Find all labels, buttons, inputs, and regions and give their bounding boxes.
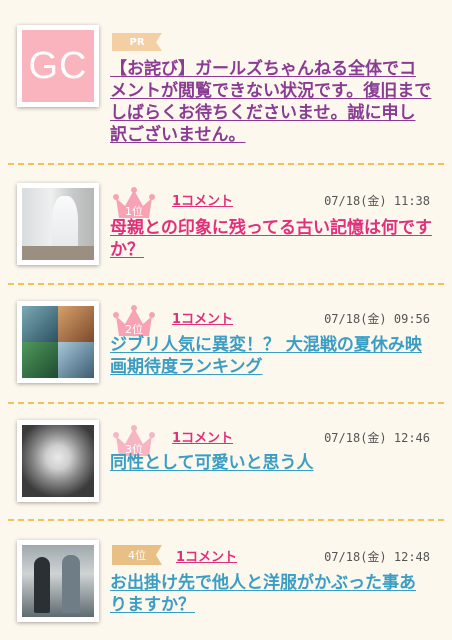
pr-title-link[interactable]: 【お詫び】ガールズちゃんねる全体でコメントが閲覧できない状況です。復旧までしばら… (110, 58, 432, 146)
comment-count-link[interactable]: 1コメント (172, 427, 233, 446)
street-photo-image (22, 545, 94, 617)
gc-logo: GC (22, 30, 94, 102)
post-date: 07/18(金) 11:38 (324, 194, 430, 208)
divider (8, 283, 444, 285)
post-date: 07/18(金) 12:48 (324, 550, 430, 564)
article-title-link[interactable]: お出掛け先で他人と洋服がかぶった事ありますか？ (110, 572, 432, 616)
comment-count-link[interactable]: 1コメント (172, 308, 233, 327)
article-thumbnail[interactable] (17, 301, 99, 383)
article-thumbnail[interactable] (17, 540, 99, 622)
comment-count-link[interactable]: 1コメント (172, 190, 233, 209)
portrait-image (22, 425, 94, 497)
divider (8, 519, 444, 521)
pr-thumbnail[interactable]: GC (17, 25, 99, 107)
movie-collage-image (22, 306, 94, 378)
article-thumbnail[interactable] (17, 183, 99, 265)
divider (8, 402, 444, 404)
nursery-image (22, 188, 94, 260)
divider (8, 163, 444, 165)
post-date: 07/18(金) 09:56 (324, 312, 430, 326)
comment-count-link[interactable]: 1コメント (176, 546, 237, 565)
post-date: 07/18(金) 12:46 (324, 431, 430, 445)
article-title-link[interactable]: ジブリ人気に異変！？ 大混戦の夏休み映画期待度ランキング (110, 334, 432, 378)
article-title-link[interactable]: 同性として可愛いと思う人 (110, 452, 432, 474)
article-title-link[interactable]: 母親との印象に残ってる古い記憶は何ですか？ (110, 217, 432, 261)
rank-badge: 4位 (112, 545, 162, 565)
article-thumbnail[interactable] (17, 420, 99, 502)
pr-badge: PR (112, 33, 162, 51)
